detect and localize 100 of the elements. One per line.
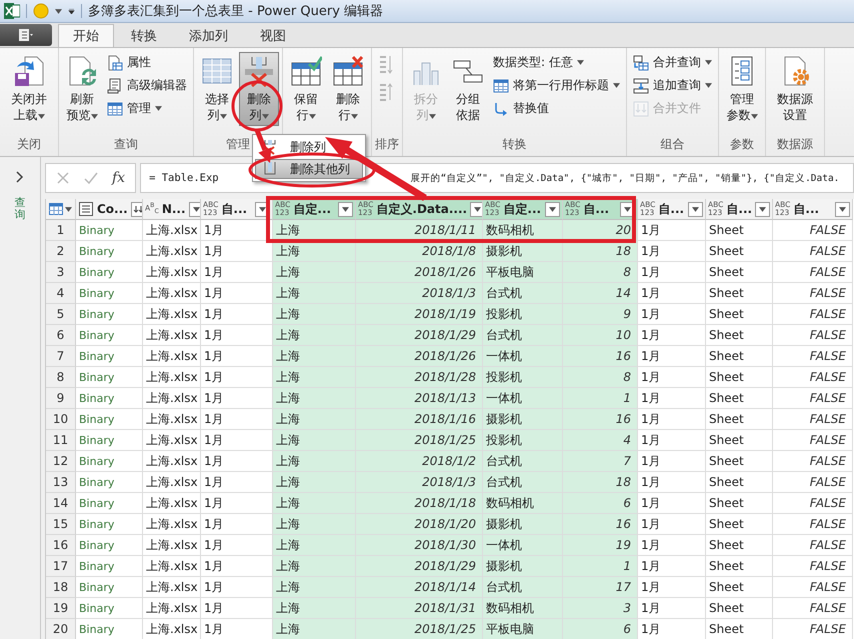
ribbon-button[interactable]: 关闭并上载 <box>3 52 55 126</box>
ribbon-button[interactable]: 删除行 <box>328 52 368 126</box>
expand-arrows-icon <box>132 204 142 214</box>
ribbon-button[interactable]: 高级编辑器 <box>104 75 190 96</box>
table-cell: 上海 <box>273 241 356 262</box>
table-cell: FALSE <box>773 367 853 388</box>
ribbon-tab[interactable]: 转换 <box>116 24 172 47</box>
table-cell: 投影机 <box>483 367 563 388</box>
customize-icon[interactable] <box>68 8 75 14</box>
table-cell: 2018/1/18 <box>356 493 483 514</box>
queries-pane-label[interactable]: 查询 <box>14 197 26 222</box>
ribbon-button[interactable]: 替换值 <box>490 98 623 119</box>
table-cell: 一体机 <box>483 535 563 556</box>
column-header[interactable]: Co... <box>76 199 143 220</box>
ribbon-tab[interactable]: 开始 <box>58 24 114 47</box>
replace-icon <box>493 100 509 116</box>
table-cell: 2018/1/26 <box>356 346 483 367</box>
caret-icon <box>549 206 556 212</box>
ribbon-button[interactable]: 分组依据 <box>448 52 488 126</box>
table-cell: 上海 <box>273 220 356 241</box>
table-cell: 台式机 <box>483 325 563 346</box>
row-number: 1 <box>46 220 76 241</box>
table-cell: FALSE <box>773 346 853 367</box>
table-cell: 上海 <box>273 430 356 451</box>
ribbon-button[interactable]: 保留行 <box>286 52 326 126</box>
table-cell: 上海.xlsx <box>143 619 201 639</box>
row-number: 13 <box>46 472 76 493</box>
column-name: 自... <box>583 200 610 218</box>
table-cell: 1月 <box>638 367 706 388</box>
caret-icon <box>155 106 162 111</box>
table-cell: 上海.xlsx <box>143 367 201 388</box>
list-icon <box>78 201 94 217</box>
table-cell: 10 <box>563 325 638 346</box>
function-button[interactable]: fx <box>112 170 126 186</box>
table-cell: 上海.xlsx <box>143 262 201 283</box>
ribbon-button[interactable]: 数据源设置 <box>769 52 821 126</box>
table-cell: Sheet <box>706 451 773 472</box>
table-cell: Binary <box>76 367 143 388</box>
caret-icon <box>692 206 699 212</box>
table-cell: Sheet <box>706 409 773 430</box>
ribbon-button[interactable]: 管理 <box>104 98 190 119</box>
table-cell: Binary <box>76 430 143 451</box>
table-cell: 台式机 <box>483 283 563 304</box>
ribbon-button[interactable]: 将第一行用作标题 <box>490 75 623 96</box>
filter-button[interactable] <box>338 202 353 216</box>
table-cell: 上海 <box>273 619 356 639</box>
menu-item[interactable]: 删除其他列 <box>255 159 363 179</box>
table-cell: 3 <box>563 598 638 619</box>
table-menu-button[interactable] <box>46 199 76 220</box>
filter-button[interactable] <box>188 202 200 216</box>
filter-button[interactable] <box>835 202 850 216</box>
table-icon <box>493 78 509 94</box>
table-cell: 台式机 <box>483 472 563 493</box>
table-icon <box>49 203 63 215</box>
check-icon[interactable] <box>84 171 98 185</box>
table-cell: Binary <box>76 388 143 409</box>
filter-button[interactable] <box>688 202 703 216</box>
filter-button[interactable] <box>470 202 482 216</box>
ribbon-button[interactable]: 合并查询 <box>630 52 715 73</box>
filter-button[interactable] <box>545 202 560 216</box>
ribbon-button[interactable]: 删除列 <box>239 52 279 126</box>
caret-icon <box>750 114 758 119</box>
ribbon-tab[interactable]: 添加列 <box>174 24 243 47</box>
filter-button[interactable] <box>755 202 770 216</box>
table-cell: FALSE <box>773 241 853 262</box>
row-number: 16 <box>46 535 76 556</box>
table-cell: 1月 <box>638 262 706 283</box>
table-cell: 上海.xlsx <box>143 514 201 535</box>
table-cell: Binary <box>76 241 143 262</box>
menu-item[interactable]: 删除列 <box>255 137 363 157</box>
expand-icon[interactable] <box>16 171 24 183</box>
table-cell: FALSE <box>773 262 853 283</box>
table-cell: 上海.xlsx <box>143 493 201 514</box>
table-cell: 上海.xlsx <box>143 388 201 409</box>
row-number: 12 <box>46 451 76 472</box>
table-cell: 上海.xlsx <box>143 472 201 493</box>
ribbon-button[interactable]: 刷新预览 <box>62 52 102 126</box>
ribbon-button[interactable]: 属性 <box>104 52 190 73</box>
table-cell: Binary <box>76 514 143 535</box>
table-cell: 1月 <box>638 220 706 241</box>
ribbon-button[interactable]: 追加查询 <box>630 75 715 96</box>
ribbon-button[interactable]: 管理参数 <box>722 52 762 126</box>
ribbon-button[interactable]: 选择列 <box>197 52 237 126</box>
group-label: 管理 <box>226 137 250 151</box>
file-menu-button[interactable] <box>0 24 52 46</box>
row-number: 6 <box>46 325 76 346</box>
ribbon-button[interactable]: 数据类型: 任意 <box>490 52 623 73</box>
table-cell: Sheet <box>706 472 773 493</box>
annotation-arrow <box>254 129 272 163</box>
table-cell: 18 <box>563 472 638 493</box>
caret-icon <box>839 206 846 212</box>
table-cell: Sheet <box>706 325 773 346</box>
table-cell: Sheet <box>706 598 773 619</box>
expand-button[interactable] <box>130 202 142 216</box>
table-cell: Sheet <box>706 262 773 283</box>
table-cell: FALSE <box>773 472 853 493</box>
table-cell: Binary <box>76 220 143 241</box>
table-cell: Binary <box>76 472 143 493</box>
table-cell: 2018/1/3 <box>356 472 483 493</box>
ribbon-tab[interactable]: 视图 <box>245 24 301 47</box>
